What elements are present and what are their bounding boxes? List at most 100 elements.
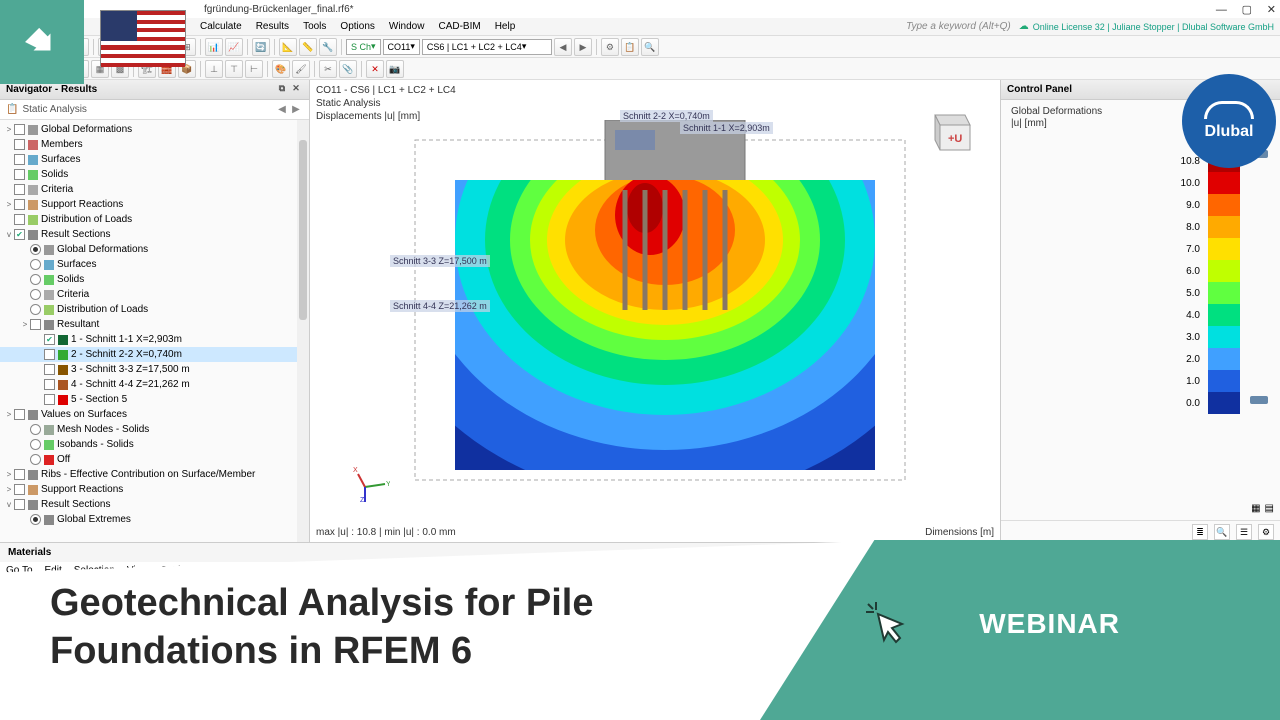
tree-item[interactable]: Off: [0, 452, 309, 467]
tb-next-icon[interactable]: ▶: [574, 38, 592, 56]
tb-btn[interactable]: 🔧: [319, 38, 337, 56]
load-combination-combo[interactable]: CS6 | LC1 + LC2 + LC4 ▾: [422, 39, 552, 55]
navigator-tree[interactable]: >Global DeformationsMembersSurfacesSolid…: [0, 120, 309, 542]
menu-cadbim[interactable]: CAD-BIM: [438, 21, 480, 32]
checkbox[interactable]: [14, 199, 25, 210]
checkbox[interactable]: [14, 139, 25, 150]
menu-help[interactable]: Help: [495, 21, 516, 32]
tree-item[interactable]: vResult Sections: [0, 227, 309, 242]
tree-item[interactable]: >Values on Surfaces: [0, 407, 309, 422]
menu-results[interactable]: Results: [256, 21, 289, 32]
tb-btn[interactable]: ✂: [319, 60, 337, 78]
close-icon[interactable]: ✕: [1267, 4, 1276, 16]
tree-item[interactable]: Criteria: [0, 287, 309, 302]
checkbox[interactable]: [14, 484, 25, 495]
load-case-combo[interactable]: CO11 ▾: [383, 39, 420, 55]
tree-item[interactable]: >Ribs - Effective Contribution on Surfac…: [0, 467, 309, 482]
radio[interactable]: [30, 274, 41, 285]
checkbox[interactable]: [14, 229, 25, 240]
panel-close-icon[interactable]: ✕: [289, 83, 303, 97]
checkbox[interactable]: [14, 469, 25, 480]
tree-item[interactable]: Solids: [0, 272, 309, 287]
checkbox[interactable]: [14, 499, 25, 510]
tree-item[interactable]: >Resultant: [0, 317, 309, 332]
tb-btn[interactable]: ⚙: [601, 38, 619, 56]
tree-item[interactable]: 1 - Schnitt 1-1 X=2,903m: [0, 332, 309, 347]
tree-item[interactable]: Surfaces: [0, 257, 309, 272]
checkbox[interactable]: [14, 124, 25, 135]
tb-btn[interactable]: 📐: [279, 38, 297, 56]
tree-item[interactable]: Criteria: [0, 182, 309, 197]
radio[interactable]: [30, 244, 41, 255]
cp-list-icon[interactable]: ≣: [1192, 524, 1208, 540]
checkbox[interactable]: [44, 394, 55, 405]
tree-item[interactable]: >Support Reactions: [0, 197, 309, 212]
tb-btn[interactable]: ⊥: [205, 60, 223, 78]
checkbox[interactable]: [14, 214, 25, 225]
tree-item[interactable]: Global Extremes: [0, 512, 309, 527]
tree-item[interactable]: >Support Reactions: [0, 482, 309, 497]
cp-opt2-icon[interactable]: ▤: [1265, 503, 1274, 514]
tree-item[interactable]: 4 - Schnitt 4-4 Z=21,262 m: [0, 377, 309, 392]
radio[interactable]: [30, 259, 41, 270]
navigation-cube[interactable]: +U: [920, 100, 980, 160]
radio[interactable]: [30, 514, 41, 525]
checkbox[interactable]: [14, 184, 25, 195]
tree-item[interactable]: 2 - Schnitt 2-2 X=0,740m: [0, 347, 309, 362]
checkbox[interactable]: [14, 409, 25, 420]
cp-bullets-icon[interactable]: ☰: [1236, 524, 1252, 540]
tree-item[interactable]: Mesh Nodes - Solids: [0, 422, 309, 437]
tb-refresh-icon[interactable]: 🔄: [252, 38, 270, 56]
menu-tools[interactable]: Tools: [303, 21, 326, 32]
navigator-subheader[interactable]: 📋 Static Analysis ◀ ▶: [0, 100, 309, 120]
checkbox[interactable]: [44, 349, 55, 360]
cp-search-icon[interactable]: 🔍: [1214, 524, 1230, 540]
radio[interactable]: [30, 424, 41, 435]
tree-item[interactable]: Surfaces: [0, 152, 309, 167]
menu-calculate[interactable]: Calculate: [200, 21, 242, 32]
viewport-3d[interactable]: CO11 - CS6 | LC1 + LC2 + LC4 Static Anal…: [310, 80, 1000, 542]
search-input[interactable]: Type a keyword (Alt+Q): [906, 21, 1011, 32]
tree-item[interactable]: >Global Deformations: [0, 122, 309, 137]
tree-item[interactable]: Members: [0, 137, 309, 152]
tb-btn[interactable]: 📊: [205, 38, 223, 56]
cp-opt1-icon[interactable]: ▦: [1251, 503, 1260, 514]
radio[interactable]: [30, 454, 41, 465]
tb-delete-icon[interactable]: ✕: [366, 60, 384, 78]
radio[interactable]: [30, 304, 41, 315]
tree-item[interactable]: Distribution of Loads: [0, 302, 309, 317]
checkbox[interactable]: [30, 319, 41, 330]
tb-btn[interactable]: 📈: [225, 38, 243, 56]
tb-btn[interactable]: ⊢: [245, 60, 263, 78]
checkbox[interactable]: [44, 364, 55, 375]
analysis-type-combo[interactable]: S Ch ▾: [346, 39, 381, 55]
tb-btn[interactable]: 🔍: [641, 38, 659, 56]
minimize-icon[interactable]: —: [1216, 4, 1227, 16]
tb-btn[interactable]: 🖌: [292, 60, 310, 78]
legend-min-slider[interactable]: [1250, 396, 1268, 404]
tb-prev-icon[interactable]: ◀: [554, 38, 572, 56]
tree-item[interactable]: 5 - Section 5: [0, 392, 309, 407]
menu-window[interactable]: Window: [389, 21, 425, 32]
checkbox[interactable]: [44, 379, 55, 390]
tree-item[interactable]: Solids: [0, 167, 309, 182]
nav-prev-icon[interactable]: ◀: [275, 104, 289, 115]
cp-gear-icon[interactable]: ⚙: [1258, 524, 1274, 540]
tb-camera-icon[interactable]: 📷: [386, 60, 404, 78]
tree-item[interactable]: Isobands - Solids: [0, 437, 309, 452]
nav-next-icon[interactable]: ▶: [289, 104, 303, 115]
maximize-icon[interactable]: ▢: [1242, 4, 1252, 16]
tree-item[interactable]: vResult Sections: [0, 497, 309, 512]
tb-btn[interactable]: 🎨: [272, 60, 290, 78]
tree-item[interactable]: Global Deformations: [0, 242, 309, 257]
radio[interactable]: [30, 289, 41, 300]
tb-btn[interactable]: 📎: [339, 60, 357, 78]
radio[interactable]: [30, 439, 41, 450]
checkbox[interactable]: [44, 334, 55, 345]
checkbox[interactable]: [14, 154, 25, 165]
tb-btn[interactable]: 📋: [621, 38, 639, 56]
panel-pin-icon[interactable]: ⧉: [275, 83, 289, 97]
tb-btn[interactable]: 📏: [299, 38, 317, 56]
checkbox[interactable]: [14, 169, 25, 180]
tree-item[interactable]: Distribution of Loads: [0, 212, 309, 227]
